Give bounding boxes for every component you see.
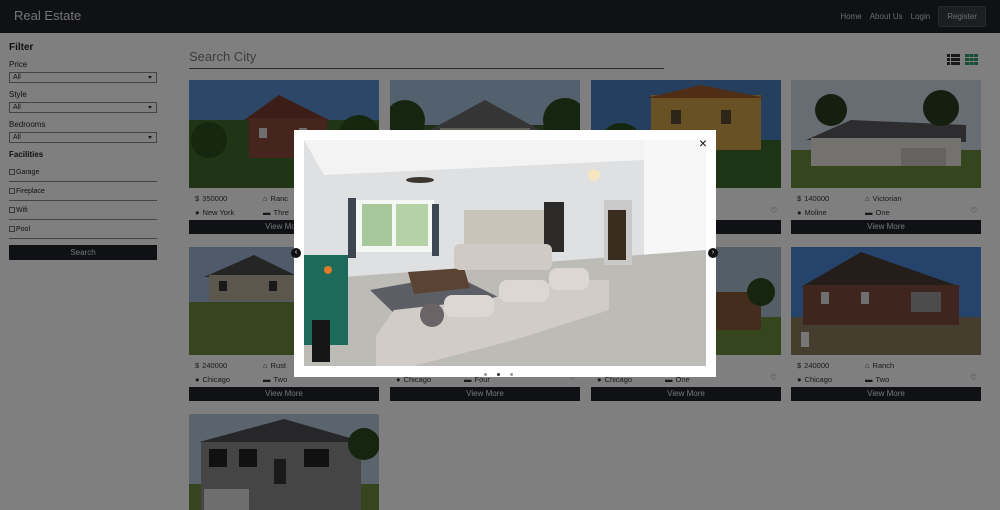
carousel-dot[interactable] [484,373,487,376]
carousel-dot-active[interactable] [497,373,500,376]
carousel-dot[interactable] [510,373,513,376]
carousel-slide-photo [304,140,706,366]
photo-carousel-modal: × [294,130,716,377]
carousel-indicators [484,373,513,376]
close-icon[interactable]: × [699,136,707,150]
carousel-next-icon[interactable]: › [708,248,718,258]
carousel-prev-icon[interactable]: ‹ [291,248,301,258]
